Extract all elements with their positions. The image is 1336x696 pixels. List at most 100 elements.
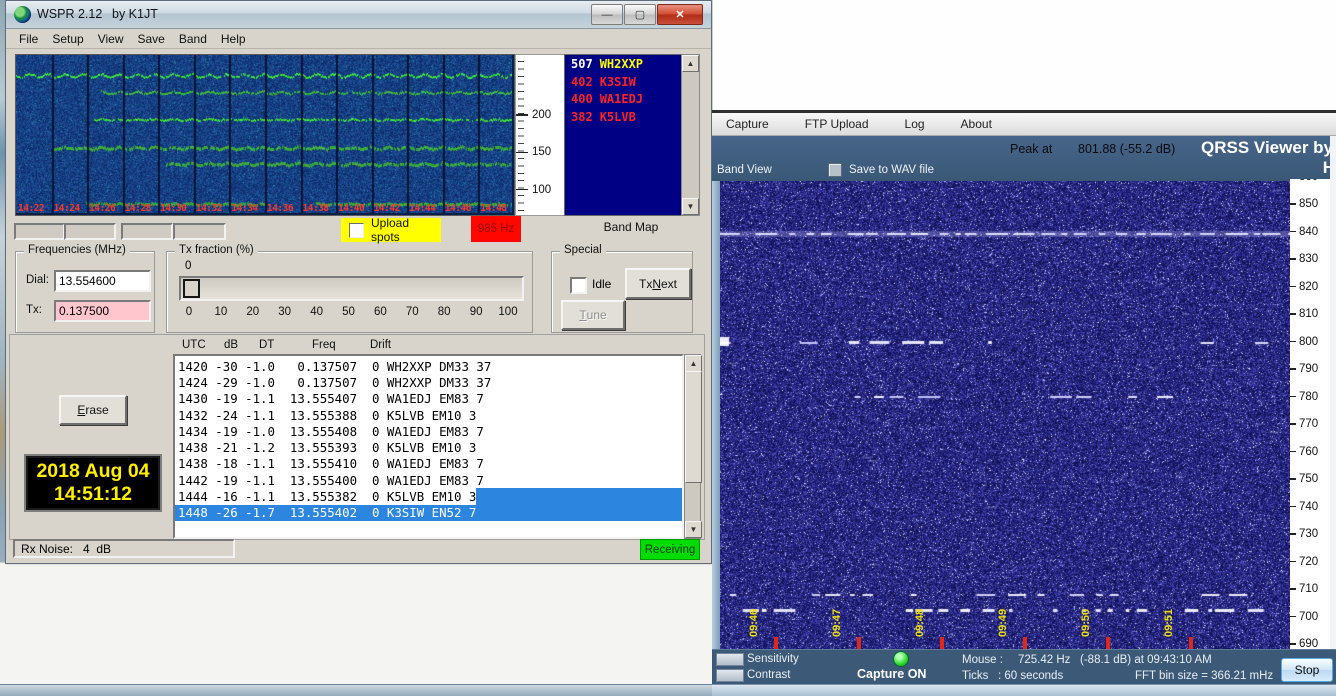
menu-item[interactable]: Save [131,30,172,48]
contrast-slider[interactable] [716,669,744,682]
wspr-app-icon [14,6,31,23]
decodes-panel: UTC dB DT Freq Drift Erase 2018 Aug 04 1… [9,334,705,540]
scroll-up-arrow[interactable]: ▲ [682,55,699,72]
tx-fraction-tick-label: 90 [470,306,483,318]
band-map-entry[interactable]: 507 WH2XXP [565,55,682,73]
background-window [0,562,712,686]
qrss-left-border [712,181,720,684]
frequency-scale-label: 770 [1290,417,1330,431]
tx-fraction-tick-label: 100 [498,306,517,318]
menu-item[interactable]: Capture [716,115,779,133]
time-tick-label: 09:47 [831,609,843,637]
time-tick-label: 09:49 [997,609,1009,637]
sensitivity-slider[interactable] [716,653,744,666]
wspr-titlebar[interactable]: WSPR 2.12 by K1JT — ▢ ✕ [6,1,711,29]
time-tick-mark [774,637,778,649]
capture-led-icon [893,651,909,667]
qrss-header: Peak at 801.88 (-55.2 dB) QRSS Viewer by… [712,136,1336,181]
waterfall-time-label: 14:36 [267,203,293,214]
wspr-window: WSPR 2.12 by K1JT — ▢ ✕ FileSetupViewSav… [5,0,712,564]
time-tick-mark [1189,637,1193,649]
band-view-toggle[interactable]: Band View [717,164,772,176]
scale-label: 100 [516,184,566,196]
save-wav-checkbox[interactable] [828,163,842,177]
save-wav-option[interactable]: Save to WAV file [828,163,934,177]
band-map-scrollbar[interactable]: ▲ ▼ [681,54,700,216]
erase-button[interactable]: Erase [59,395,127,425]
band-map-entry[interactable]: 402 K3SIW [565,73,682,91]
band-map-freq: 402 [571,75,593,91]
band-map[interactable]: 507 WH2XXP 402 K3SIW 400 WA1EDJ 382 K5LV… [564,54,683,216]
close-button[interactable]: ✕ [657,4,703,25]
wspr-title: WSPR 2.12 [37,7,102,21]
scale-label: 150 [516,146,566,158]
scrollbar-thumb[interactable] [685,371,702,483]
tx-fraction-slider-thumb[interactable] [183,279,200,298]
maximize-button[interactable]: ▢ [624,4,656,25]
frequency-scale-label: 790 [1290,362,1330,376]
qrss-window: Capture FTP Upload Log About Peak at 801.88… [712,110,1336,696]
menu-item[interactable]: Log [895,115,935,133]
menu-item[interactable]: File [12,30,45,48]
idle-checkbox[interactable] [570,277,587,294]
menu-item[interactable]: Band [172,30,214,48]
menu-item[interactable]: Help [214,30,253,48]
special-legend: Special [560,244,606,256]
decode-row[interactable]: 1430 -19 -1.1 13.555407 0 WA1EDJ EM83 7 [175,391,682,407]
sensitivity-label: Sensitivity [747,653,799,665]
scroll-up-arrow[interactable]: ▲ [685,355,702,372]
scroll-down-arrow[interactable]: ▼ [685,521,702,538]
menu-item[interactable]: View [91,30,131,48]
rx-progress-cell [14,223,65,240]
tx-fraction-legend: Tx fraction (%) [175,244,258,256]
tx-progress-cell [121,223,173,240]
date-time-display: 2018 Aug 04 14:51:12 [24,454,162,512]
tx-next-button[interactable]: Tx Next [625,268,691,299]
waterfall-time-label: 14:38 [303,203,329,214]
menu-item[interactable]: FTP Upload [795,115,879,133]
capture-status: Capture ON [857,667,926,681]
decode-row[interactable]: 1432 -24 -1.1 13.555388 0 K5LVB EM10 3 [175,407,682,423]
decode-row[interactable]: 1444 -16 -1.1 13.555382 0 K5LVB EM10 3 [175,488,682,504]
dial-frequency-field[interactable]: 13.554600 [54,270,151,292]
scroll-down-arrow[interactable]: ▼ [682,198,699,215]
frequency-scale-label: 850 [1290,197,1330,211]
band-map-entry[interactable]: 400 WA1EDJ [565,90,682,108]
menu-item[interactable]: Setup [45,30,90,48]
upload-spots-checkbox[interactable] [349,223,364,238]
wspr-frequency-scale: 200150100500 [515,54,567,216]
tx-fraction-slider[interactable] [179,276,524,301]
date-display: 2018 Aug 04 [26,460,160,483]
upload-spots-option[interactable]: Upload spots [341,218,441,242]
tune-button[interactable]: Tune [561,300,625,330]
frequency-scale-label: 730 [1290,527,1330,541]
decode-row[interactable]: 1438 -21 -1.2 13.555393 0 K5LVB EM10 3 [175,439,682,455]
waterfall-time-label: 14:34 [231,203,257,214]
tx-fraction-tick-label: 70 [406,306,419,318]
decode-row[interactable]: 1438 -18 -1.1 13.555410 0 WA1EDJ EM83 7 [175,456,682,472]
frequency-scale-label: 830 [1290,252,1330,266]
col-utc: UTC [182,339,206,351]
waterfall-time-label: 14:48 [480,203,506,214]
minimize-button[interactable]: — [591,4,623,25]
qrss-waterfall[interactable] [720,181,1290,649]
decode-row[interactable]: 1420 -30 -1.0 0.137507 0 WH2XXP DM33 37 [175,358,682,374]
save-wav-label: Save to WAV file [849,164,934,176]
wspr-waterfall[interactable]: 14:2214:2414:2614:2814:3014:3214:3414:36… [15,54,515,216]
decode-row[interactable]: 1448 -26 -1.7 13.555402 0 K3SIW EN52 7 [175,505,682,521]
menu-item[interactable]: About [951,115,1002,133]
decode-list[interactable]: 1420 -30 -1.0 0.137507 0 WH2XXP DM33 37 … [173,354,684,539]
rx-frequency-badge: 985 Hz [471,216,521,242]
qrss-frequency-scale: 8608508408308208108007907807707607507407… [1290,179,1330,649]
tx-frequency-field[interactable]: 0.137500 [54,300,151,322]
decode-row[interactable]: 1424 -29 -1.0 0.137507 0 WH2XXP DM33 37 [175,374,682,390]
stop-button[interactable]: Stop [1281,658,1333,682]
wspr-menubar: FileSetupViewSaveBandHelp [6,29,711,49]
decode-row[interactable]: 1442 -19 -1.1 13.555400 0 WA1EDJ EM83 7 [175,472,682,488]
waterfall-time-label: 14:24 [54,203,80,214]
decode-row[interactable]: 1434 -19 -1.0 13.555408 0 WA1EDJ EM83 7 [175,423,682,439]
band-map-entry[interactable]: 382 K5LVB [565,108,682,126]
peak-value: 801.88 (-55.2 dB) [1078,142,1175,156]
decode-scrollbar[interactable]: ▲ ▼ [684,354,701,539]
mouse-readout: 725.42 Hz (-88.1 dB) at 09:43:10 AM [1018,654,1212,666]
